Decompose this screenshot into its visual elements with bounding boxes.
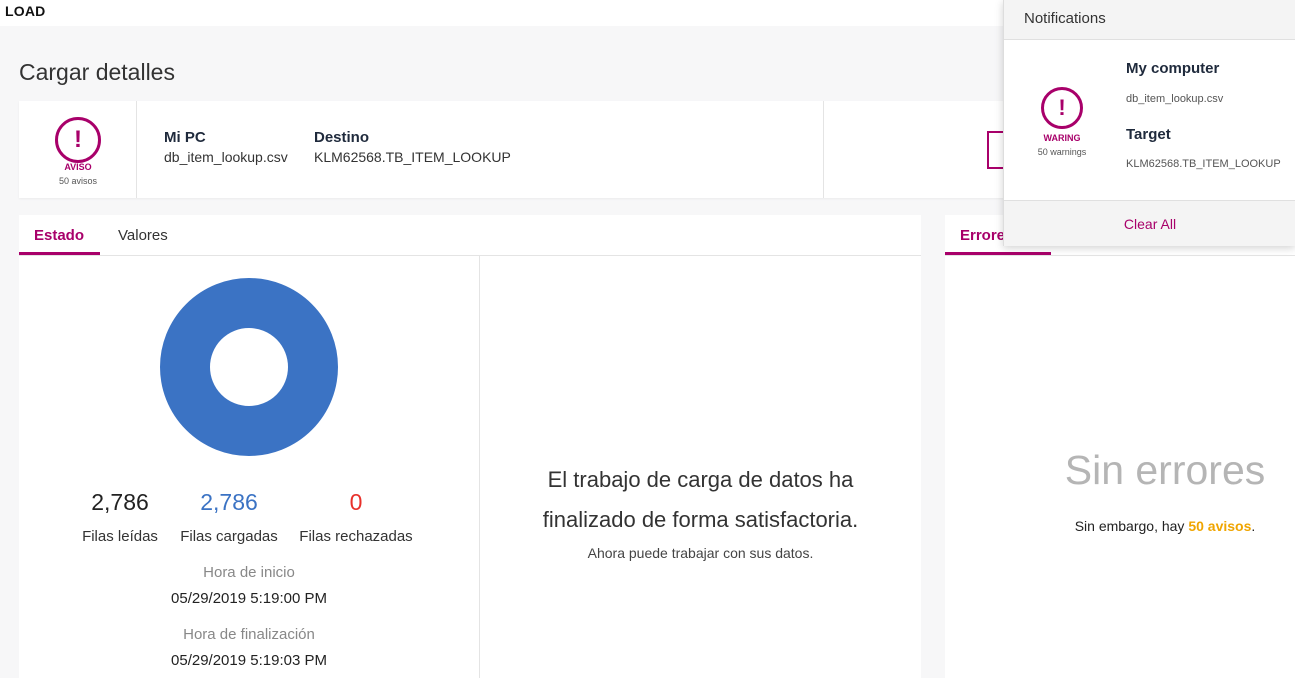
success-subtext: Ahora puede trabajar con sus datos. — [587, 545, 814, 561]
notification-source-label: My computer — [1126, 60, 1220, 77]
rows-donut-chart — [160, 278, 338, 456]
source-info: Mi PC db_item_lookup.csv — [164, 129, 288, 165]
target-label: Destino — [314, 129, 370, 146]
end-time-value: 05/29/2019 5:19:03 PM — [171, 652, 327, 669]
donut-loaded-segment — [160, 278, 338, 456]
rows-loaded-value: 2,786 — [200, 489, 258, 515]
tab-estado[interactable]: Estado — [34, 227, 84, 244]
warning-label: AVISO — [64, 162, 92, 172]
divider — [823, 101, 824, 198]
tab-valores[interactable]: Valores — [118, 227, 168, 244]
warning-count: 50 avisos — [58, 176, 98, 186]
exclamation-icon: ! — [1041, 87, 1083, 129]
success-message-line2: finalizado de forma satisfactoria. — [542, 507, 859, 532]
success-message-line1: El trabajo de carga de datos ha — [547, 467, 854, 492]
clear-all-button[interactable]: Clear All — [1004, 216, 1295, 232]
notifications-title: Notifications — [1024, 10, 1106, 27]
no-errors-prefix: Sin embargo, hay — [1074, 518, 1189, 534]
status-card: Estado Valores 2,786 Filas leídas 2,786 … — [19, 215, 921, 678]
source-label: Mi PC — [164, 129, 206, 146]
no-errors-suffix: . — [1251, 518, 1256, 534]
notification-source-value: db_item_lookup.csv — [1126, 93, 1224, 105]
notification-warning-label: WARING — [1043, 133, 1081, 143]
active-tab-indicator — [19, 252, 100, 255]
page-title: Cargar detalles — [19, 59, 175, 85]
notifications-panel: Notifications ! WARING 50 warnings My co… — [1003, 0, 1295, 246]
warning-summary[interactable]: ! AVISO 50 avisos — [19, 101, 137, 198]
notification-warning-count: 50 warnings — [1037, 147, 1087, 157]
start-time-value: 05/29/2019 5:19:00 PM — [171, 590, 327, 607]
no-errors-subtext: Sin embargo, hay 50 avisos. — [990, 518, 1295, 534]
notification-target-value: KLM62568.TB_ITEM_LOOKUP — [1126, 158, 1281, 170]
rows-rejected-label: Filas rechazadas — [299, 528, 413, 545]
notifications-header: Notifications — [1004, 0, 1295, 40]
rows-loaded-label: Filas cargadas — [180, 528, 278, 545]
warnings-count-highlight[interactable]: 50 avisos — [1188, 518, 1251, 534]
no-errors-title: Sin errores — [1064, 447, 1266, 493]
source-value: db_item_lookup.csv — [164, 149, 288, 165]
exclamation-icon: ! — [55, 117, 101, 163]
load-details-card: ! AVISO 50 avisos Mi PC db_item_lookup.c… — [19, 101, 1047, 198]
success-message: El trabajo de carga de datos ha finaliza… — [480, 460, 921, 540]
app-brand: LOAD — [5, 3, 46, 19]
start-time-label: Hora de inicio — [203, 564, 295, 581]
notifications-footer: Clear All — [1004, 200, 1295, 246]
rows-rejected-value: 0 — [349, 489, 363, 515]
errors-card: Errores Sin errores Sin embargo, hay 50 … — [945, 215, 1295, 678]
target-value: KLM62568.TB_ITEM_LOOKUP — [314, 149, 511, 165]
status-tabs: Estado Valores — [19, 215, 921, 256]
errors-tab-indicator — [945, 252, 1051, 255]
end-time-label: Hora de finalización — [183, 626, 315, 643]
notification-target-label: Target — [1126, 126, 1171, 143]
target-info: Destino KLM62568.TB_ITEM_LOOKUP — [314, 129, 511, 165]
